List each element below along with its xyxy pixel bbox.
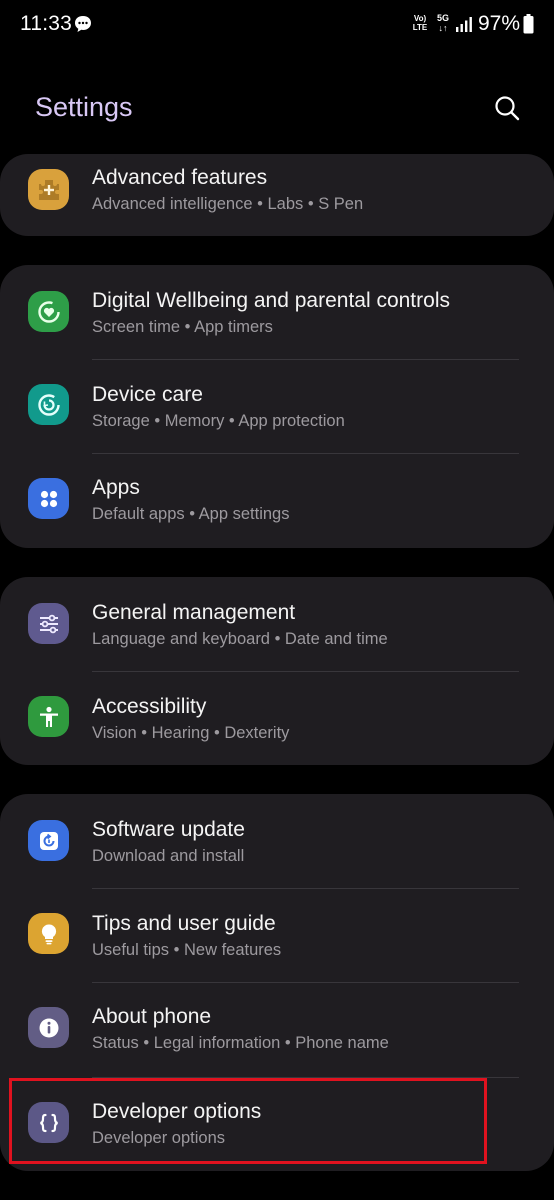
apps-item[interactable]: Apps Default apps • App settings <box>0 454 554 548</box>
item-subtitle: Vision • Hearing • Dexterity <box>92 724 290 742</box>
about-phone-item[interactable]: About phone Status • Legal information •… <box>0 983 554 1077</box>
message-icon <box>75 16 91 32</box>
item-title: Developer options <box>92 1100 262 1123</box>
sliders-icon <box>28 603 69 644</box>
item-subtitle: Status • Legal information • Phone name <box>92 1034 389 1052</box>
settings-group-support: Software update Download and install Tip… <box>0 794 554 1171</box>
item-title: Digital Wellbeing and parental controls <box>92 289 450 312</box>
refresh-circle-icon <box>28 384 69 425</box>
item-subtitle: Download and install <box>92 847 245 865</box>
status-time: 11:33 <box>20 12 72 35</box>
search-icon <box>495 96 520 121</box>
item-title: Accessibility <box>92 695 207 718</box>
item-subtitle: Storage • Memory • App protection <box>92 412 345 430</box>
signal-icon <box>456 17 472 32</box>
item-title: General management <box>92 601 296 624</box>
item-subtitle: Developer options <box>92 1129 225 1147</box>
puzzle-plus-icon <box>28 169 69 210</box>
item-subtitle: Screen time • App timers <box>92 318 273 336</box>
grid-dots-icon <box>28 478 69 519</box>
item-subtitle: Advanced intelligence • Labs • S Pen <box>92 195 364 213</box>
network-indicator: 5G ↓↑ <box>436 13 449 33</box>
item-title: Apps <box>92 476 140 499</box>
search-button[interactable] <box>489 90 525 126</box>
update-icon <box>28 820 69 861</box>
lightbulb-icon <box>28 913 69 954</box>
page-title: Settings <box>35 92 133 122</box>
settings-group-advanced: Advanced features Advanced intelligence … <box>0 154 554 236</box>
item-title: Advanced features <box>92 166 268 189</box>
general-management-item[interactable]: General management Language and keyboard… <box>0 577 554 671</box>
tips-item[interactable]: Tips and user guide Useful tips • New fe… <box>0 889 554 983</box>
item-subtitle: Language and keyboard • Date and time <box>92 630 388 648</box>
digital-wellbeing-item[interactable]: Digital Wellbeing and parental controls … <box>0 265 554 359</box>
accessibility-item[interactable]: Accessibility Vision • Hearing • Dexteri… <box>0 672 554 766</box>
item-title: Device care <box>92 383 203 406</box>
volte-indicator: Vo) LTE <box>412 14 428 32</box>
item-title: Software update <box>92 818 245 841</box>
software-update-item[interactable]: Software update Download and install <box>0 794 554 888</box>
info-icon <box>28 1007 69 1048</box>
item-title: Tips and user guide <box>92 912 276 935</box>
battery-percent: 97% <box>478 12 521 35</box>
advanced-features-item[interactable]: Advanced features Advanced intelligence … <box>0 154 554 236</box>
heart-circle-icon <box>28 291 69 332</box>
battery-icon <box>523 14 534 34</box>
item-subtitle: Useful tips • New features <box>92 941 282 959</box>
item-title: About phone <box>92 1005 212 1028</box>
status-bar: 11:33 Vo) LTE 5G ↓↑ 97% <box>0 0 554 52</box>
settings-group-wellbeing: Digital Wellbeing and parental controls … <box>0 265 554 548</box>
person-icon <box>28 696 69 737</box>
braces-icon <box>28 1102 69 1143</box>
device-care-item[interactable]: Device care Storage • Memory • App prote… <box>0 360 554 454</box>
settings-group-general: General management Language and keyboard… <box>0 577 554 765</box>
developer-options-item[interactable]: Developer options Developer options <box>0 1078 554 1172</box>
item-subtitle: Default apps • App settings <box>92 505 290 523</box>
